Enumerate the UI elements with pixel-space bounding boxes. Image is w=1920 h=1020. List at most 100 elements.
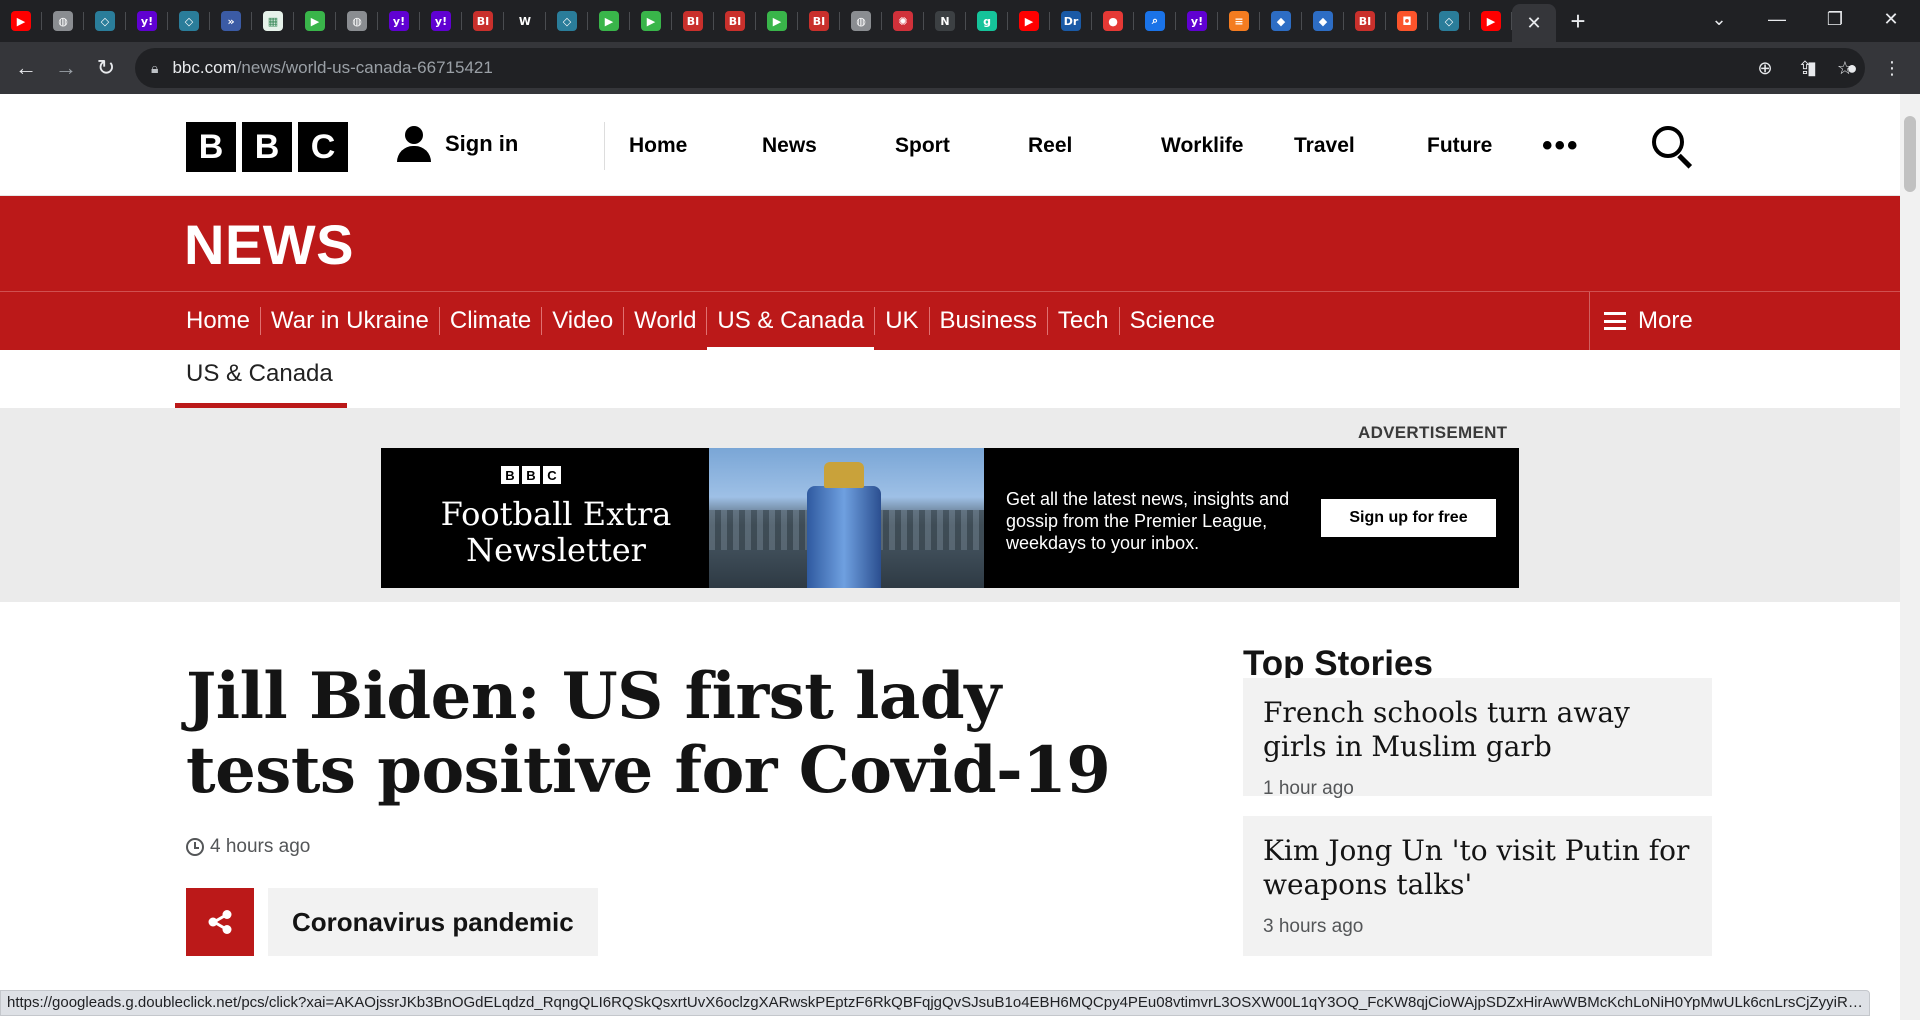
timestamp-text: 4 hours ago bbox=[210, 836, 311, 857]
shield-icon: ◇ bbox=[179, 11, 199, 31]
browser-tab[interactable]: BI bbox=[1344, 0, 1386, 42]
browser-tab[interactable]: ▶ bbox=[1008, 0, 1050, 42]
browser-tab[interactable]: ▶ bbox=[0, 0, 42, 42]
browser-tab[interactable]: ● bbox=[1092, 0, 1134, 42]
browser-tab[interactable]: Dr bbox=[1050, 0, 1092, 42]
topnav-sport[interactable]: Sport bbox=[871, 134, 1004, 158]
zoom-icon[interactable]: ⊕ bbox=[1745, 58, 1785, 79]
youtube-icon: ▶ bbox=[1019, 11, 1039, 31]
browser-tab[interactable]: ◆ bbox=[1260, 0, 1302, 42]
browser-tab[interactable]: ▶ bbox=[1470, 0, 1512, 42]
topnav-future[interactable]: Future bbox=[1403, 134, 1536, 158]
forward-button[interactable]: → bbox=[46, 48, 86, 88]
ad-signup-button[interactable]: Sign up for free bbox=[1321, 499, 1496, 537]
more-menu-button[interactable]: More bbox=[1589, 292, 1693, 350]
address-bar[interactable]: 🔒︎ bbc.com/news/world-us-canada-66715421… bbox=[135, 48, 1865, 88]
profile-icon[interactable]: ● bbox=[1832, 58, 1872, 79]
browser-tab[interactable]: ▶ bbox=[630, 0, 672, 42]
subnav-current[interactable]: US & Canada bbox=[186, 360, 333, 388]
browser-tab[interactable]: N bbox=[924, 0, 966, 42]
section-nav-item[interactable]: UK bbox=[875, 307, 930, 335]
browser-tab[interactable]: ◘ bbox=[1386, 0, 1428, 42]
lock-icon[interactable]: 🔒︎ bbox=[151, 60, 158, 77]
dr-icon: Dr bbox=[1061, 11, 1081, 31]
sign-in-link[interactable]: Sign in bbox=[395, 124, 518, 164]
top-story-title[interactable]: French schools turn away girls in Muslim… bbox=[1263, 696, 1692, 764]
menu-icon[interactable]: ⋮ bbox=[1872, 58, 1912, 79]
browser-tab[interactable]: ▦ bbox=[252, 0, 294, 42]
browser-tab[interactable]: ▶ bbox=[756, 0, 798, 42]
article-headline: Jill Biden: US first lady tests positive… bbox=[186, 659, 1111, 808]
browser-tab[interactable]: BI bbox=[714, 0, 756, 42]
restore-button[interactable]: ❐ bbox=[1806, 0, 1864, 38]
topnav-travel[interactable]: Travel bbox=[1270, 134, 1403, 158]
browser-tab[interactable]: ▶ bbox=[294, 0, 336, 42]
browser-tab[interactable]: ◇ bbox=[1428, 0, 1470, 42]
newsletter-ad[interactable]: B B C Football Extra Newsletter Get all … bbox=[381, 448, 1519, 588]
browser-tab[interactable]: BI bbox=[462, 0, 504, 42]
active-tab[interactable]: ✕ bbox=[1512, 4, 1556, 42]
close-tab-icon[interactable]: ✕ bbox=[1526, 13, 1541, 34]
back-button[interactable]: ← bbox=[6, 48, 46, 88]
section-nav-item[interactable]: World bbox=[624, 307, 708, 335]
news-title[interactable]: NEWS bbox=[184, 212, 354, 277]
browser-tab[interactable]: ◍ bbox=[840, 0, 882, 42]
reload-button[interactable]: ↻ bbox=[86, 48, 126, 88]
section-nav-item[interactable]: Home bbox=[186, 307, 262, 335]
section-nav-item[interactable]: War in Ukraine bbox=[261, 307, 440, 335]
browser-tab[interactable]: » bbox=[210, 0, 252, 42]
top-story-title[interactable]: Kim Jong Un 'to visit Putin for weapons … bbox=[1263, 834, 1692, 902]
topnav-home[interactable]: Home bbox=[605, 134, 738, 158]
article-timestamp: 4 hours ago bbox=[186, 836, 310, 858]
grammarly-icon: g bbox=[977, 11, 997, 31]
browser-tab[interactable]: y! bbox=[420, 0, 462, 42]
search-icon[interactable] bbox=[1650, 124, 1694, 169]
wsj-icon: W bbox=[515, 11, 535, 31]
bbc-logo[interactable]: B B C bbox=[186, 122, 348, 172]
share-button[interactable] bbox=[186, 888, 254, 956]
browser-tab[interactable]: y! bbox=[378, 0, 420, 42]
page-scrollbar[interactable] bbox=[1900, 94, 1920, 1020]
browser-tab[interactable]: BI bbox=[798, 0, 840, 42]
top-story-time: 1 hour ago bbox=[1263, 778, 1354, 799]
browser-tab[interactable]: ◇ bbox=[546, 0, 588, 42]
shield-icon: ◇ bbox=[1439, 11, 1459, 31]
browser-tab[interactable]: ⌕ bbox=[1134, 0, 1176, 42]
topic-tag[interactable]: Coronavirus pandemic bbox=[268, 888, 598, 956]
topnav-worklife[interactable]: Worklife bbox=[1137, 134, 1270, 158]
browser-tab[interactable]: y! bbox=[126, 0, 168, 42]
new-tab-button[interactable]: + bbox=[1556, 0, 1600, 42]
topnav-reel[interactable]: Reel bbox=[1004, 134, 1137, 158]
browser-tab[interactable]: ✺ bbox=[882, 0, 924, 42]
browser-tab[interactable]: BI bbox=[672, 0, 714, 42]
scrollbar-thumb[interactable] bbox=[1904, 116, 1916, 192]
tab-search-button[interactable]: ⌄ bbox=[1690, 0, 1748, 38]
section-nav-item[interactable]: Video bbox=[542, 307, 625, 335]
browser-tab-strip: ▶ ◍ ◇ y! ◇ » ▦ ▶ ◍ y! y! BI W ◇ ▶ ▶ BI BI ▶ BI ◍ ✺ Ng ▶ Dr ● ⌕ y! ≡ ◆… bbox=[0, 0, 1920, 42]
browser-tab[interactable]: ◆ bbox=[1302, 0, 1344, 42]
browser-tab[interactable]: g bbox=[966, 0, 1008, 42]
top-story-card[interactable]: French schools turn away girls in Muslim… bbox=[1243, 678, 1712, 799]
browser-tab[interactable]: ◍ bbox=[42, 0, 84, 42]
browser-tab[interactable]: y! bbox=[1176, 0, 1218, 42]
browser-tab[interactable]: ▶ bbox=[588, 0, 630, 42]
browser-tab[interactable]: W bbox=[504, 0, 546, 42]
side-panel-icon[interactable]: ▮ bbox=[1792, 58, 1832, 79]
topnav-news[interactable]: News bbox=[738, 134, 871, 158]
close-window-button[interactable]: ✕ bbox=[1862, 0, 1920, 38]
section-nav-item[interactable]: Business bbox=[930, 307, 1048, 335]
section-nav-item[interactable]: US & Canada bbox=[707, 307, 876, 352]
section-nav-item[interactable]: Tech bbox=[1048, 307, 1120, 335]
browser-tab[interactable]: ◇ bbox=[84, 0, 126, 42]
browser-tab[interactable]: ◇ bbox=[168, 0, 210, 42]
hamburger-icon bbox=[1604, 312, 1626, 330]
top-story-card[interactable]: Kim Jong Un 'to visit Putin for weapons … bbox=[1243, 816, 1712, 956]
browser-tab[interactable]: ◍ bbox=[336, 0, 378, 42]
browser-tab[interactable]: ≡ bbox=[1218, 0, 1260, 42]
ad-logo-b1: B bbox=[501, 466, 519, 484]
section-nav-item[interactable]: Science bbox=[1120, 307, 1225, 335]
more-dots-icon[interactable]: ••• bbox=[1542, 129, 1580, 163]
url-text[interactable]: bbc.com/news/world-us-canada-66715421 bbox=[172, 58, 492, 78]
section-nav-item[interactable]: Climate bbox=[440, 307, 543, 335]
minimize-button[interactable]: — bbox=[1748, 0, 1806, 38]
